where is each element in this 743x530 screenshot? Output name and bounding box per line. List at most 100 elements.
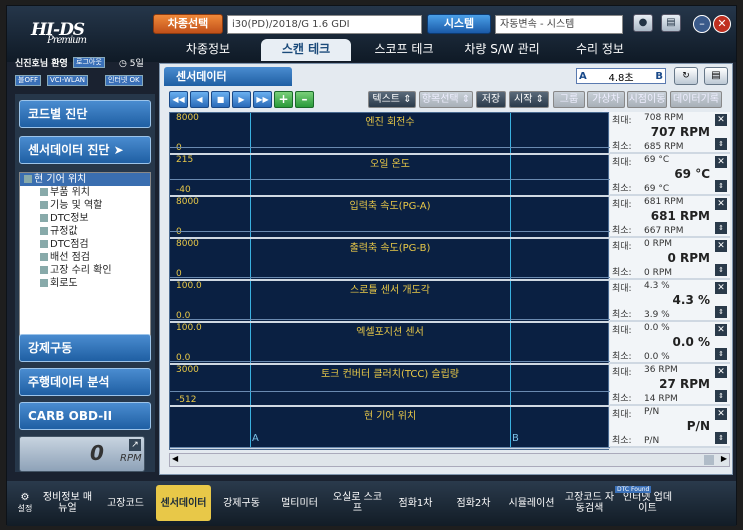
tree-item[interactable]: 기능 및 역할: [20, 199, 150, 212]
reorder-icon[interactable]: ⇕: [715, 180, 727, 192]
group-button[interactable]: 그룹: [553, 91, 585, 108]
tree-item[interactable]: 규정값: [20, 225, 150, 238]
reorder-icon[interactable]: ⇕: [715, 432, 727, 444]
reorder-icon[interactable]: ⇕: [715, 138, 727, 150]
close-icon[interactable]: ✕: [715, 198, 727, 210]
bottom-button[interactable]: 멀티미터: [272, 485, 327, 521]
graph-lane: 100.0 엑셀포지션 센서 0.0: [170, 323, 610, 365]
sensor-data-tab[interactable]: 센서데이터: [164, 67, 292, 86]
current-value: 707 RPM: [650, 125, 710, 139]
tree-item[interactable]: DTC점검: [20, 238, 150, 251]
doc-icon: [40, 214, 48, 222]
force-drive-button[interactable]: 강제구동: [19, 334, 151, 362]
close-icon[interactable]: ✕: [713, 15, 731, 33]
lane-title: 엑셀포지션 센서: [356, 327, 424, 338]
remove-icon[interactable]: –: [295, 91, 314, 108]
graph-area[interactable]: 8000 엔진 회전수 0 215 오일 온도 -40 8000 입력축 속도(PG-A) 0 8…: [169, 112, 610, 450]
tab-repair-info[interactable]: 수리 정보: [555, 39, 645, 61]
reorder-icon[interactable]: ⇕: [715, 390, 727, 402]
fast-forward-icon[interactable]: ▶▶: [253, 91, 272, 108]
bottom-button[interactable]: 점화2차: [446, 485, 501, 521]
cursor-a-label[interactable]: A: [252, 433, 259, 444]
expand-icon[interactable]: ↗: [129, 439, 141, 451]
rpm-gauge: 0 RPM ↗: [19, 436, 145, 472]
zoom-b-button[interactable]: B: [655, 71, 663, 82]
rewind-icon[interactable]: ◀◀: [169, 91, 188, 108]
settings-button[interactable]: ⚙ 설정: [13, 485, 37, 521]
bottom-button[interactable]: 점화1차: [388, 485, 443, 521]
prev-icon[interactable]: ◀: [190, 91, 209, 108]
cursor-b-label[interactable]: B: [512, 433, 519, 444]
min-value: 0.0 %: [644, 352, 670, 362]
close-icon[interactable]: ✕: [715, 408, 727, 420]
driving-analysis-button[interactable]: 주행데이터 분석: [19, 368, 151, 396]
zoom-a-button[interactable]: A: [579, 71, 587, 82]
cursor-b-line: [510, 323, 511, 363]
minimize-icon[interactable]: –: [693, 15, 711, 33]
close-icon[interactable]: ✕: [715, 156, 727, 168]
lane-trace: [170, 391, 610, 392]
bottom-button[interactable]: 강제구동: [214, 485, 269, 521]
reorder-icon[interactable]: ⇕: [715, 348, 727, 360]
max-label: 최대:: [612, 368, 632, 378]
tree-item[interactable]: DTC정보: [20, 212, 150, 225]
layout-icon[interactable]: ▤: [704, 67, 728, 85]
refresh-icon[interactable]: ↻: [674, 67, 698, 85]
folder-icon: [24, 175, 32, 183]
camera-icon[interactable]: ●: [633, 14, 653, 32]
reorder-icon[interactable]: ⇕: [715, 264, 727, 276]
start-button[interactable]: 시작 ⇕: [509, 91, 549, 108]
horizontal-scrollbar[interactable]: ◀ ▶: [169, 453, 730, 467]
item-select-button[interactable]: 항목선택 ⇕: [419, 91, 473, 108]
max-label: 최대:: [612, 410, 632, 420]
scroll-left-icon[interactable]: ◀: [172, 454, 178, 463]
print-icon[interactable]: ▤: [661, 14, 681, 32]
tab-vehicle-info[interactable]: 차종정보: [163, 39, 253, 61]
system-field[interactable]: 자동변속 - 시스템: [495, 15, 623, 34]
tree-item[interactable]: 회로도: [20, 277, 150, 290]
bottom-button[interactable]: 고장코드 자동검색: [562, 485, 617, 521]
logout-badge[interactable]: 로그아웃: [73, 57, 105, 68]
bottom-button[interactable]: 고장코드: [98, 485, 153, 521]
save-button[interactable]: 저장: [476, 91, 506, 108]
reorder-icon[interactable]: ⇕: [715, 306, 727, 318]
bottom-button[interactable]: 센서데이터: [156, 485, 211, 521]
bottom-button[interactable]: 시뮬레이션: [504, 485, 559, 521]
tree-item[interactable]: 부품 위치: [20, 186, 150, 199]
bottom-button[interactable]: 오실로 스코프: [330, 485, 385, 521]
min-label: 최소:: [612, 352, 632, 362]
scroll-right-icon[interactable]: ▶: [721, 454, 727, 463]
add-icon[interactable]: +: [274, 91, 293, 108]
time-move-button[interactable]: 시점이동: [627, 91, 667, 108]
scroll-thumb[interactable]: [704, 455, 714, 465]
tab-scope-tech[interactable]: 스코프 테크: [359, 39, 449, 61]
virtual-speed-button[interactable]: 가상차속: [587, 91, 625, 120]
current-value: 0 RPM: [667, 251, 710, 265]
close-icon[interactable]: ✕: [715, 324, 727, 336]
close-icon[interactable]: ✕: [715, 240, 727, 252]
tree-item[interactable]: 현 기어 위치: [20, 173, 150, 186]
close-icon[interactable]: ✕: [715, 114, 727, 126]
play-icon[interactable]: ▶: [232, 91, 251, 108]
reorder-icon[interactable]: ⇕: [715, 222, 727, 234]
tab-sw-management[interactable]: 차량 S/W 관리: [457, 39, 547, 61]
data-record-button[interactable]: 데이터기록: [670, 91, 722, 108]
tree-item[interactable]: 배선 점검: [20, 251, 150, 264]
system-button[interactable]: 시스템: [427, 14, 491, 34]
tree-item[interactable]: 고장 수리 확인: [20, 264, 150, 277]
code-diag-button[interactable]: 코드별 진단: [19, 100, 151, 128]
vehicle-field[interactable]: i30(PD)/2018/G 1.6 GDI: [227, 15, 422, 34]
tab-scan-tech[interactable]: 스캔 테크: [261, 39, 351, 61]
close-icon[interactable]: ✕: [715, 366, 727, 378]
carb-obd-button[interactable]: CARB OBD-II: [19, 402, 151, 430]
stop-icon[interactable]: ■: [211, 91, 230, 108]
bottom-button[interactable]: 정비정보 매뉴얼: [40, 485, 95, 521]
zoom-control[interactable]: A 4.8초 B: [576, 68, 666, 84]
cursor-a-line: [250, 155, 251, 195]
sensor-diag-button[interactable]: 센서데이터 진단 ➤: [19, 136, 151, 164]
current-value: 69 °C: [674, 167, 710, 181]
select-vehicle-button[interactable]: 차종선택: [153, 14, 223, 34]
close-icon[interactable]: ✕: [715, 282, 727, 294]
text-button[interactable]: 텍스트 ⇕: [368, 91, 416, 108]
max-label: 최대:: [612, 284, 632, 294]
